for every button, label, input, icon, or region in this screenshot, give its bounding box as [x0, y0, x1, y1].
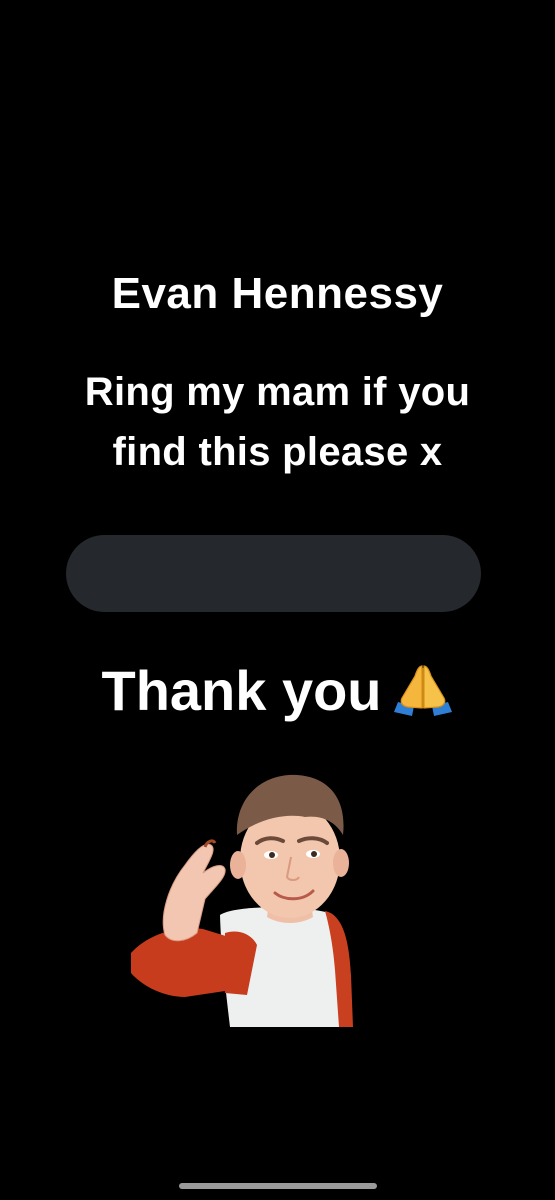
folded-hands-icon — [392, 662, 454, 716]
owner-name: Evan Hennessy — [111, 269, 444, 318]
lock-screen: Evan Hennessy Ring my mam if you find th… — [0, 0, 555, 1200]
home-indicator[interactable] — [179, 1183, 377, 1189]
message-line-2: find this please x — [112, 430, 443, 474]
contact-message: Ring my mam if you find this please x — [20, 362, 535, 482]
thanks-line: Thank you — [0, 656, 555, 726]
thanks-text: Thank you — [101, 659, 382, 722]
person-sticker-image — [125, 765, 365, 1035]
message-line-1: Ring my mam if you — [84, 370, 471, 414]
redacted-phone-number — [66, 535, 481, 612]
